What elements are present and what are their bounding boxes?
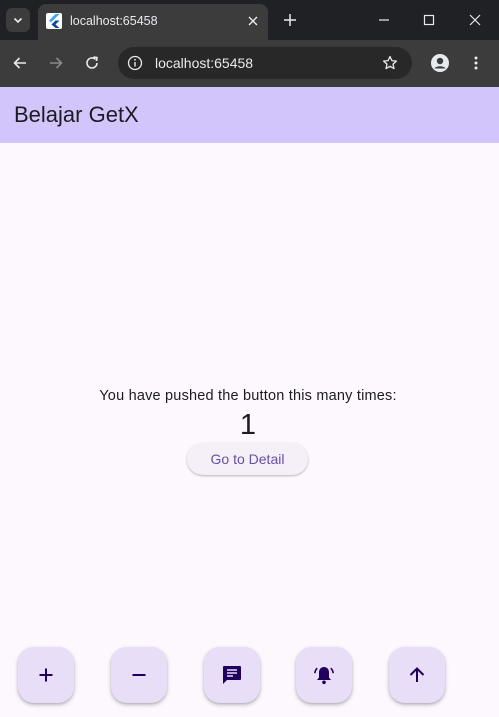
plus-icon <box>284 14 296 26</box>
scroll-up-fab[interactable] <box>389 647 445 703</box>
account-icon <box>431 54 449 72</box>
increment-fab[interactable] <box>18 647 74 703</box>
forward-button[interactable] <box>44 51 68 75</box>
tab-search-button[interactable] <box>6 8 30 32</box>
message-fab[interactable] <box>204 647 260 703</box>
arrow-up-icon <box>409 667 425 682</box>
tab-close-button[interactable] <box>244 12 262 30</box>
page-title: Belajar GetX <box>14 102 139 127</box>
flutter-logo-icon <box>46 13 62 29</box>
minimize-icon <box>379 19 389 21</box>
minimize-button[interactable] <box>372 8 396 32</box>
message-icon <box>223 666 241 684</box>
arrow-left-icon <box>13 57 26 69</box>
tab-title: localhost:65458 <box>70 14 158 28</box>
back-button[interactable] <box>8 51 32 75</box>
bookmark-star-button[interactable] <box>380 53 400 73</box>
notification-ringing-icon <box>314 667 334 685</box>
browser-tab[interactable]: localhost:65458 <box>38 4 268 40</box>
profile-button[interactable] <box>428 51 452 75</box>
maximize-icon <box>423 14 435 26</box>
new-tab-button[interactable] <box>280 10 300 30</box>
go-to-detail-button[interactable]: Go to Detail <box>187 443 308 475</box>
browser-tab-strip: localhost:65458 <box>0 0 499 40</box>
counter-label: You have pushed the button this many tim… <box>99 388 397 404</box>
notification-fab[interactable] <box>296 647 352 703</box>
maximize-button[interactable] <box>417 8 441 32</box>
decrement-fab[interactable] <box>111 647 167 703</box>
close-window-button[interactable] <box>463 8 487 32</box>
close-icon <box>469 14 481 26</box>
chevron-down-icon <box>13 17 23 24</box>
address-url[interactable]: localhost:65458 <box>155 55 253 71</box>
browser-toolbar: localhost:65458 <box>0 40 499 87</box>
more-vert-icon <box>474 56 478 70</box>
app-bar: Belajar GetX <box>0 87 499 143</box>
address-bar[interactable]: localhost:65458 <box>118 47 412 79</box>
browser-menu-button[interactable] <box>464 51 488 75</box>
minus-icon <box>132 674 146 676</box>
arrow-right-icon <box>50 57 63 69</box>
plus-icon <box>39 668 53 682</box>
close-icon <box>248 16 258 26</box>
reload-button[interactable] <box>80 51 104 75</box>
reload-icon <box>86 56 98 69</box>
counter-value: 1 <box>239 409 257 441</box>
site-info-icon[interactable] <box>126 54 144 72</box>
star-icon <box>382 55 398 70</box>
